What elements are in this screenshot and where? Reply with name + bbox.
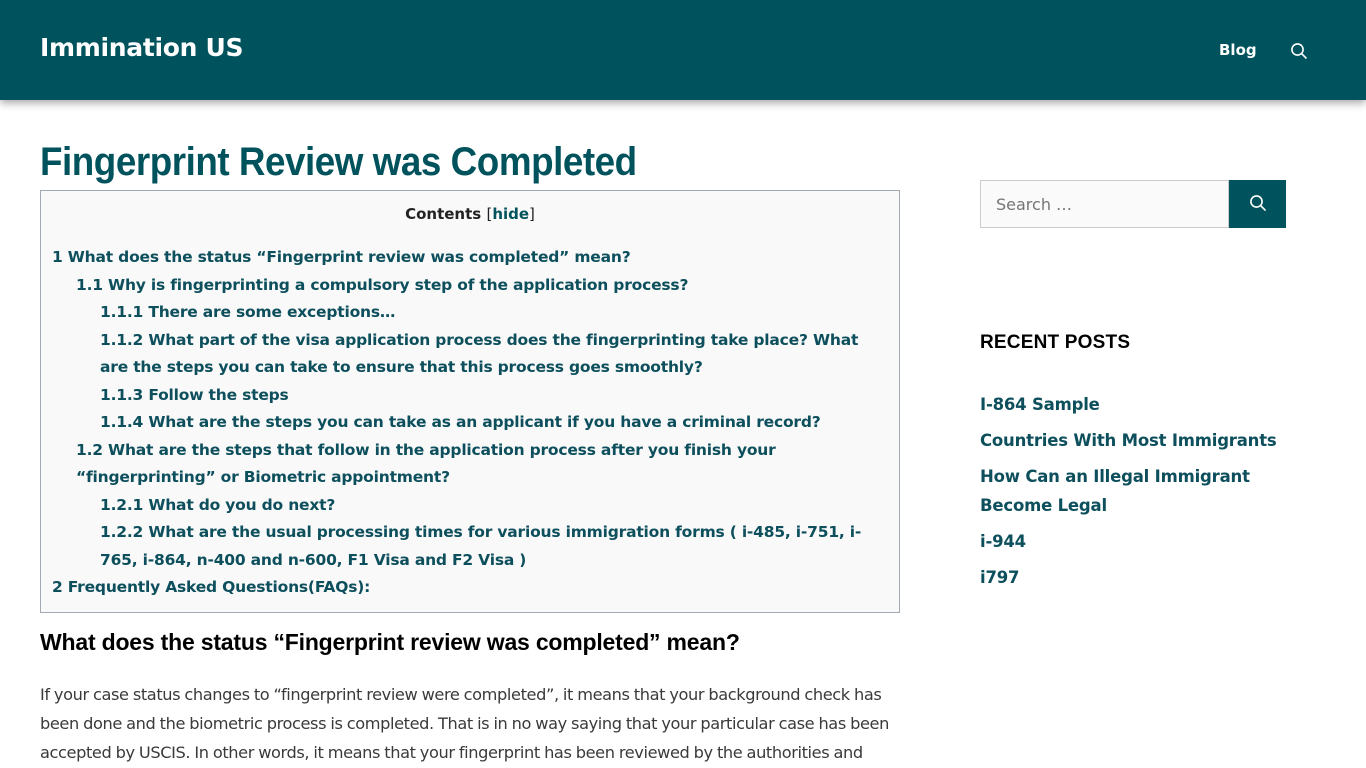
site-header: Immination US Blog <box>0 0 1366 100</box>
body-paragraph: If your case status changes to “fingerpr… <box>40 685 889 762</box>
list-item: How Can an Illegal Immigrant Become Lega… <box>980 462 1280 520</box>
list-item: Countries With Most Immigrants <box>980 426 1280 455</box>
toc-item[interactable]: 1.2.2 What are the usual processing time… <box>41 519 899 574</box>
search-submit-button[interactable] <box>1229 180 1286 228</box>
nav-item-blog[interactable]: Blog <box>1219 41 1257 59</box>
recent-post-link[interactable]: i797 <box>980 568 1020 587</box>
table-of-contents: Contents [hide] 1 What does the status “… <box>40 190 900 613</box>
site-title-link[interactable]: Immination US <box>40 33 244 62</box>
toc-header: Contents [hide] <box>41 205 899 223</box>
recent-posts-list: I-864 Sample Countries With Most Immigra… <box>980 390 1280 599</box>
toc-item[interactable]: 1.1.1 There are some exceptions… <box>41 299 899 327</box>
toc-item[interactable]: 1.1.2 What part of the visa application … <box>41 327 899 382</box>
recent-post-link[interactable]: Countries With Most Immigrants <box>980 431 1277 450</box>
toc-title: Contents <box>405 205 482 223</box>
toc-item[interactable]: 1.2.1 What do you do next? <box>41 492 899 520</box>
toc-list: 1 What does the status “Fingerprint revi… <box>41 244 899 602</box>
toc-bracket-close: ] <box>529 205 535 223</box>
toc-item[interactable]: 1.1.4 What are the steps you can take as… <box>41 409 899 437</box>
recent-posts-title: RECENT POSTS <box>980 332 1131 353</box>
page-title: Fingerprint Review was Completed <box>40 140 637 184</box>
toc-item[interactable]: 1.1 Why is fingerprinting a compulsory s… <box>41 272 899 300</box>
toc-item[interactable]: 2 Frequently Asked Questions(FAQs): <box>41 574 899 602</box>
sidebar-search-form <box>980 180 1286 228</box>
toc-hide-toggle[interactable]: hide <box>492 205 529 223</box>
toc-item[interactable]: 1.2 What are the steps that follow in th… <box>41 437 899 492</box>
section-heading: What does the status “Fingerprint review… <box>40 629 740 655</box>
search-input[interactable] <box>980 180 1229 228</box>
list-item: i797 <box>980 563 1280 592</box>
recent-post-link[interactable]: How Can an Illegal Immigrant Become Lega… <box>980 467 1250 515</box>
list-item: i-944 <box>980 527 1280 556</box>
toc-item[interactable]: 1.1.3 Follow the steps <box>41 382 899 410</box>
search-icon[interactable] <box>1290 42 1308 60</box>
recent-post-link[interactable]: I-864 Sample <box>980 395 1100 414</box>
recent-post-link[interactable]: i-944 <box>980 532 1026 551</box>
toc-item[interactable]: 1 What does the status “Fingerprint revi… <box>41 244 899 272</box>
search-icon <box>1249 194 1267 215</box>
list-item: I-864 Sample <box>980 390 1280 419</box>
